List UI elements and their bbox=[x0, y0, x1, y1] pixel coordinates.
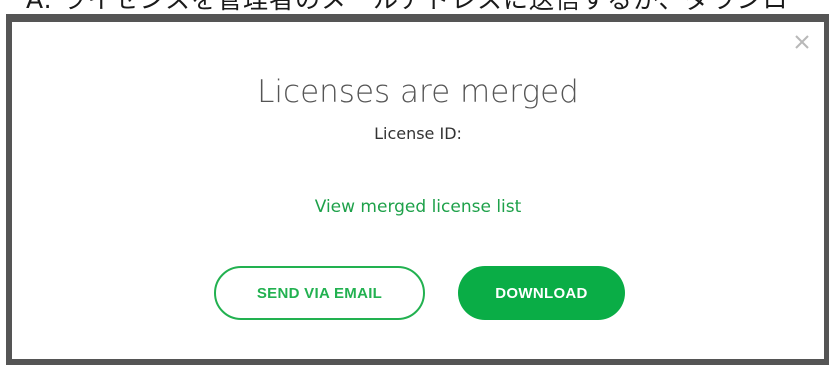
license-id-label: License ID: bbox=[374, 124, 462, 143]
background-instruction-text: A. ライセンスを管理者のメールアドレスに送信するか、ダウンロ bbox=[26, 0, 789, 14]
licenses-merged-dialog: Licenses are merged License ID: View mer… bbox=[6, 14, 829, 365]
close-icon bbox=[795, 35, 809, 49]
download-button[interactable]: DOWNLOAD bbox=[458, 266, 625, 320]
background-instruction-strip: A. ライセンスを管理者のメールアドレスに送信するか、ダウンロ bbox=[0, 0, 829, 14]
close-button[interactable] bbox=[790, 30, 814, 54]
dialog-title: Licenses are merged bbox=[257, 74, 579, 110]
page: A. ライセンスを管理者のメールアドレスに送信するか、ダウンロ Licenses… bbox=[0, 0, 829, 367]
download-label: DOWNLOAD bbox=[495, 284, 588, 302]
view-merged-license-list-link[interactable]: View merged license list bbox=[12, 197, 824, 217]
send-via-email-button[interactable]: SEND VIA EMAIL bbox=[214, 266, 425, 320]
send-via-email-label: SEND VIA EMAIL bbox=[256, 284, 383, 302]
